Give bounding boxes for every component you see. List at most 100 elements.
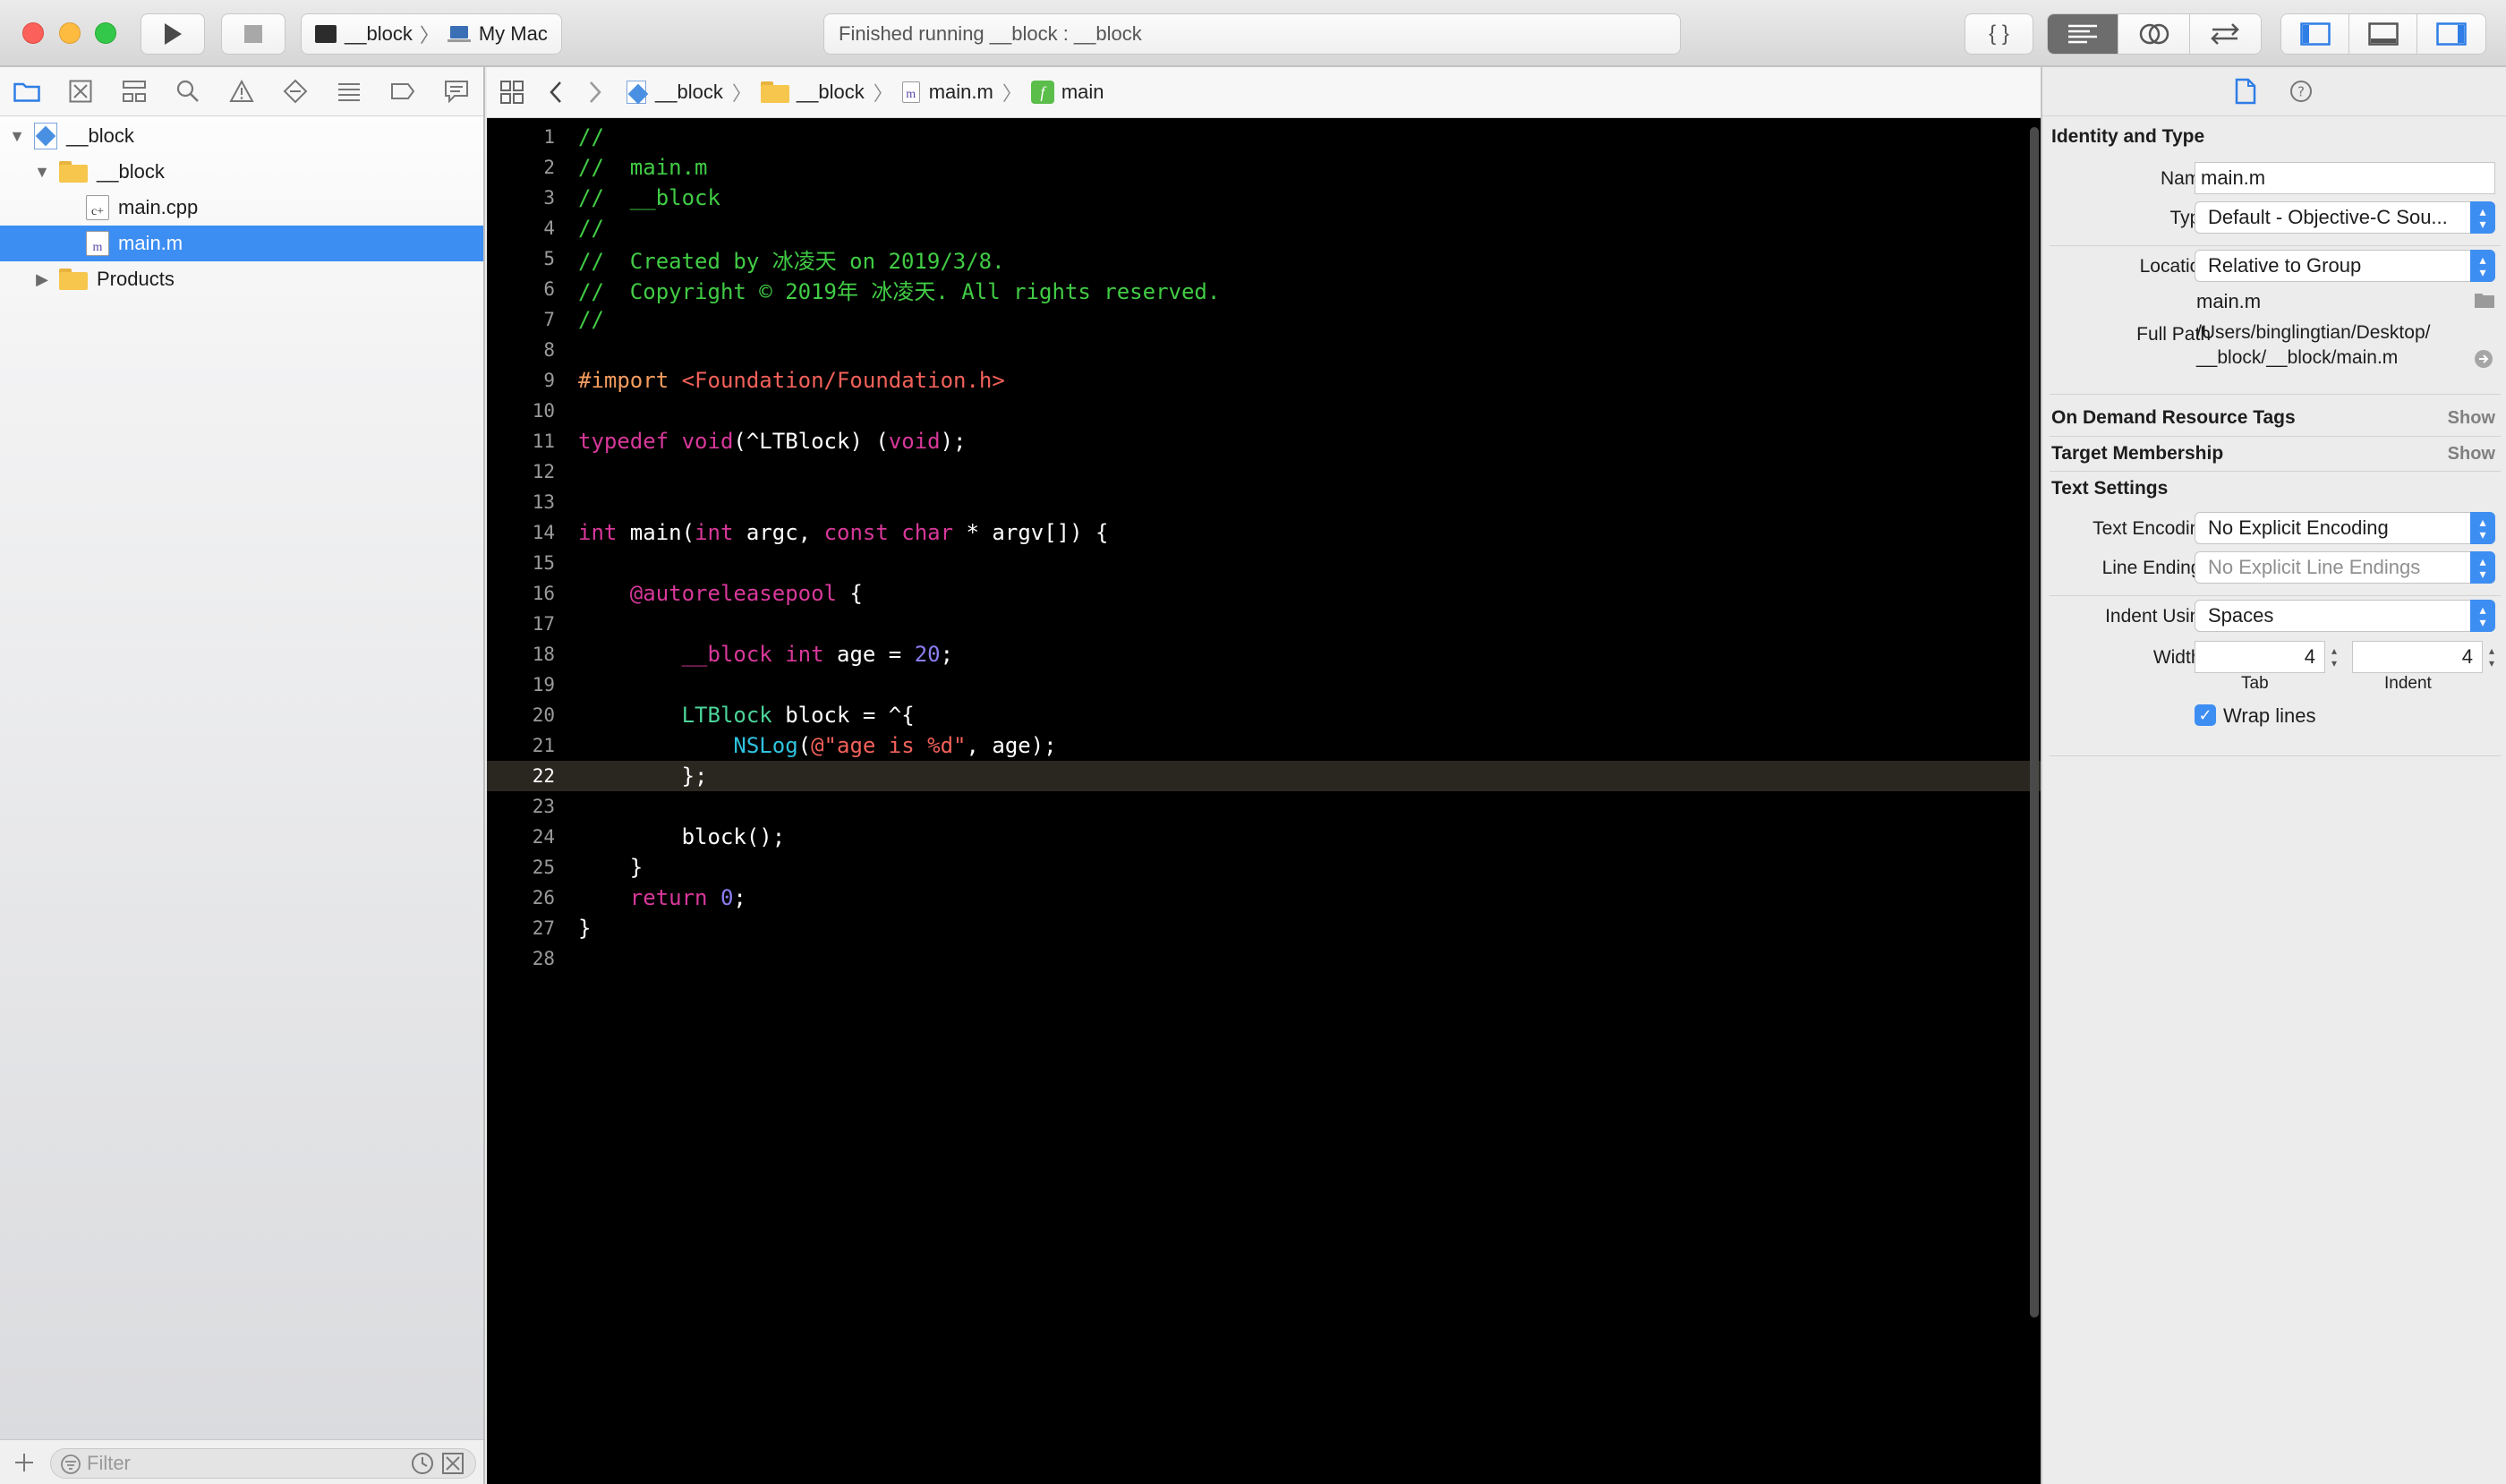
toggle-inspector-button[interactable]: [2417, 14, 2485, 54]
tree-item-project[interactable]: ▼ __block: [0, 118, 483, 154]
disclosure-down-icon[interactable]: ▼: [9, 127, 25, 145]
toggle-navigator-button[interactable]: [2281, 14, 2349, 54]
tab-project-navigator[interactable]: [13, 77, 41, 106]
quick-help-icon[interactable]: ?: [2289, 79, 2314, 104]
folder-icon: [13, 82, 40, 102]
jump-bar-symbol[interactable]: f main: [1030, 81, 1104, 104]
source-editor[interactable]: 1 // 2 // main.m 3 // __block 4 // 5 // Created b…: [487, 118, 2041, 1484]
code-line[interactable]: 17: [487, 609, 2041, 639]
code-line[interactable]: 14 int main(int argc, const char * argv[]…: [487, 517, 2041, 548]
folder-icon: [59, 269, 88, 290]
tab-breakpoint-navigator[interactable]: [388, 77, 417, 106]
code-line[interactable]: 10: [487, 396, 2041, 426]
text-encoding-popup[interactable]: No Explicit Encoding ▴ ▾: [2195, 512, 2495, 544]
jump-bar-project[interactable]: __block: [626, 81, 723, 104]
scheme-selector[interactable]: __block 〉 My Mac: [301, 13, 562, 55]
code-line[interactable]: 8: [487, 335, 2041, 365]
indent-width-field[interactable]: 4: [2352, 641, 2483, 673]
code-line[interactable]: 28: [487, 943, 2041, 974]
indent-using-popup[interactable]: Spaces ▴ ▾: [2195, 600, 2495, 632]
toggle-debug-area-button[interactable]: [2349, 14, 2417, 54]
file-inspector-tab-icon[interactable]: [2235, 78, 2256, 105]
code-line[interactable]: 26 return 0;: [487, 883, 2041, 913]
add-file-button[interactable]: [13, 1451, 36, 1474]
tree-item-group[interactable]: ▼ __block: [0, 154, 483, 190]
tab-find-navigator[interactable]: [174, 77, 202, 106]
align-left-icon: [2068, 24, 2098, 44]
code-line[interactable]: 7 //: [487, 304, 2041, 335]
standard-editor-button[interactable]: [2048, 14, 2119, 54]
code-line[interactable]: 15: [487, 548, 2041, 578]
reveal-folder-icon[interactable]: [2474, 291, 2495, 309]
assistant-editor-button[interactable]: [2118, 14, 2190, 54]
type-popup[interactable]: Default - Objective-C Sou... ▴ ▾: [2195, 201, 2495, 234]
related-items-grid-icon[interactable]: [499, 80, 524, 105]
code-line[interactable]: 11 typedef void(^LTBlock) (void);: [487, 426, 2041, 456]
name-field[interactable]: main.m: [2195, 162, 2495, 194]
code-line[interactable]: 2 // main.m: [487, 152, 2041, 183]
location-popup[interactable]: Relative to Group ▴ ▾: [2195, 250, 2495, 282]
line-endings-popup[interactable]: No Explicit Line Endings ▴ ▾: [2195, 551, 2495, 584]
play-icon: [165, 23, 182, 45]
tab-source-control[interactable]: [66, 77, 95, 106]
jump-bar-file[interactable]: m main.m: [901, 81, 993, 104]
indent-width-stepper[interactable]: ▴ ▾: [2485, 641, 2499, 673]
line-number: 20: [532, 704, 555, 726]
jump-bar-group[interactable]: __block: [760, 81, 865, 104]
odr-show-button[interactable]: Show: [2448, 408, 2495, 429]
close-window-button[interactable]: [22, 22, 44, 44]
code-line[interactable]: 4 //: [487, 213, 2041, 243]
filter-input[interactable]: Filter: [50, 1448, 476, 1479]
vertical-scrollbar[interactable]: [2030, 127, 2039, 1318]
tab-report-navigator[interactable]: [442, 77, 471, 106]
tree-item-file-selected[interactable]: m main.m: [0, 226, 483, 261]
line-number: 10: [532, 400, 555, 422]
back-chevron-icon[interactable]: [548, 80, 564, 105]
stop-button[interactable]: [221, 13, 286, 55]
code-line[interactable]: 3 // __block: [487, 183, 2041, 213]
code-line[interactable]: 18 __block int age = 20;: [487, 639, 2041, 670]
tree-item-file[interactable]: c+ main.cpp: [0, 190, 483, 226]
reveal-arrow-icon[interactable]: [2474, 349, 2493, 369]
code-line[interactable]: 5 // Created by 冰凌天 on 2019/3/8.: [487, 243, 2041, 274]
run-button[interactable]: [141, 13, 205, 55]
tab-width-field[interactable]: 4: [2195, 641, 2325, 673]
target-membership-show-button[interactable]: Show: [2448, 444, 2495, 465]
disclosure-down-icon[interactable]: ▼: [34, 163, 50, 181]
code-line[interactable]: 1 //: [487, 122, 2041, 152]
code-line[interactable]: 13: [487, 487, 2041, 517]
terminal-icon: [315, 25, 337, 43]
code-line[interactable]: 23: [487, 791, 2041, 822]
tab-issue-navigator[interactable]: [227, 77, 256, 106]
folder-icon: [59, 161, 88, 183]
code-line[interactable]: 21 NSLog(@"age is %d", age);: [487, 730, 2041, 761]
code-line[interactable]: 27}: [487, 913, 2041, 943]
code-line[interactable]: 22 };: [487, 761, 2041, 791]
code-line[interactable]: 19: [487, 670, 2041, 700]
source-control-filter-icon[interactable]: [441, 1452, 465, 1475]
crumb-label: __block: [796, 81, 865, 103]
code-line[interactable]: 9 #import <Foundation/Foundation.h>: [487, 365, 2041, 396]
tab-debug-navigator[interactable]: [335, 77, 363, 106]
wrap-lines-checkbox[interactable]: ✓: [2195, 704, 2216, 726]
code-line[interactable]: 20 LTBlock block = ^{: [487, 700, 2041, 730]
tab-width-stepper[interactable]: ▴ ▾: [2327, 641, 2341, 673]
recent-clock-icon[interactable]: [411, 1452, 434, 1475]
code-review-button[interactable]: { }: [1965, 13, 2033, 55]
jump-bar: __block 〉 __block 〉 m main.m 〉 f main: [487, 67, 2041, 118]
zoom-window-button[interactable]: [95, 22, 116, 44]
version-editor-button[interactable]: [2189, 14, 2261, 54]
code-line[interactable]: 6 // Copyright © 2019年 冰凌天. All rights re…: [487, 274, 2041, 304]
code-line[interactable]: 25 }: [487, 852, 2041, 883]
tree-item-group[interactable]: ▶ Products: [0, 261, 483, 297]
minimize-window-button[interactable]: [59, 22, 81, 44]
code-line[interactable]: 24 block();: [487, 822, 2041, 852]
disclosure-right-icon[interactable]: ▶: [34, 270, 50, 288]
tab-test-navigator[interactable]: [281, 77, 310, 106]
code-token: //: [578, 216, 604, 241]
code-line[interactable]: 16 @autoreleasepool {: [487, 578, 2041, 609]
tab-symbol-navigator[interactable]: [120, 77, 149, 106]
code-line[interactable]: 12: [487, 456, 2041, 487]
identity-section-title: Identity and Type: [2051, 126, 2205, 147]
forward-chevron-icon[interactable]: [587, 80, 603, 105]
